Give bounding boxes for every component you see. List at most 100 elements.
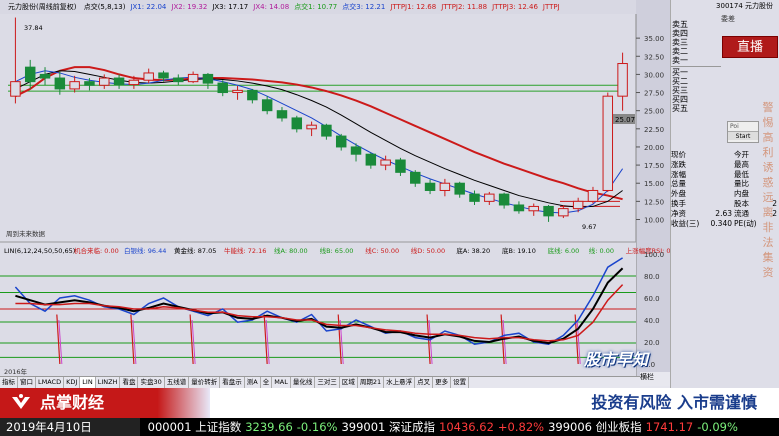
tab-2[interactable]: 窗口 xyxy=(18,377,36,388)
candle-body xyxy=(498,193,510,206)
candle-body xyxy=(232,89,243,94)
tab-13[interactable]: 全 xyxy=(261,377,273,388)
tab-10[interactable]: 量价转折 xyxy=(189,377,221,388)
candle-body xyxy=(602,95,614,191)
tab-22[interactable]: 设置 xyxy=(451,377,470,388)
start-button[interactable]: Start xyxy=(728,131,758,140)
stat-row: 涨幅 最低 xyxy=(670,170,779,180)
chart-note: 周到未来数据 xyxy=(6,229,46,238)
indicator-header: 元力股份(周线前复权) 点交(5,8,13) JX1: 22.04 JX2: 19.… xyxy=(0,0,636,14)
candle-body xyxy=(187,73,199,83)
stat-row: 涨跌 最高 xyxy=(670,160,779,170)
watermark-logo: 股市早知 xyxy=(584,350,649,369)
indicator-values: 点交(5,8,13) JX1: 22.04 JX2: 19.32 JX3: 17.17… xyxy=(84,0,565,14)
ticker-item: 10436.62 xyxy=(439,420,494,434)
tab-12[interactable]: 测A xyxy=(245,377,261,388)
candle-body xyxy=(365,153,377,166)
tab-20[interactable]: 点叉 xyxy=(415,377,434,388)
candle-body xyxy=(291,117,303,130)
candle-body xyxy=(113,77,125,86)
candle-body xyxy=(350,146,362,155)
candle-body xyxy=(217,82,228,94)
candlestick-chart[interactable]: 35.00 32.50 30.00 27.50 25.00 22.50 20.00 17.50… xyxy=(0,14,670,376)
sub-indicator-value: 线A: 80.00 xyxy=(274,246,308,255)
order-book-rows: 卖五 卖四 卖三 卖二 卖一 买一 买二 买三 买四 买五 xyxy=(671,20,721,113)
tab-17[interactable]: 区域 xyxy=(340,377,358,388)
tab-7[interactable]: 看盘 xyxy=(120,377,139,388)
candle-body xyxy=(543,205,554,217)
candle-body xyxy=(587,189,599,202)
price-tick-label: 27.50 xyxy=(644,90,664,98)
tab-18[interactable]: 周期21 xyxy=(358,377,385,388)
candle-body xyxy=(528,205,539,212)
sub-indicator-title: LIN(6,12,24,50,50,65) xyxy=(4,247,75,255)
price-tick-label: 10.00 xyxy=(644,216,664,224)
tab-5[interactable]: LIN xyxy=(80,377,96,388)
indicator-tab-bar: 指标 窗口 LMACD KDJ LIN LINZH 看盘 实盘30 五线谱 量价转折 看盘示 测A 全 M… xyxy=(0,376,670,388)
tab-19[interactable]: 水上悬浮 xyxy=(384,377,416,388)
tab-21[interactable]: 更多 xyxy=(433,377,452,388)
start-popup[interactable]: Poi Start xyxy=(727,121,759,143)
indicator-value: JX4: 14.08 xyxy=(253,3,290,11)
sub-indicator-value: 线B: 65.00 xyxy=(320,246,354,255)
warning-char: 集 xyxy=(762,251,774,264)
candle-body xyxy=(247,89,258,101)
brand-name: 点掌财经 xyxy=(40,393,105,412)
candle-body xyxy=(410,171,421,184)
indicator-value: JX2: 19.32 xyxy=(171,3,208,11)
sub-tick-label: 100.0 xyxy=(644,251,664,259)
candle-body xyxy=(484,193,495,202)
candle-body xyxy=(276,110,288,119)
quote-stats: 现价 今开 涨跌 最高 涨幅 最低 总量 量比 外盘 内盘 换手 股本 2 净资 2.63 流通 2 收益(三) 0… xyxy=(670,150,779,228)
candle-body xyxy=(54,77,66,90)
live-button[interactable]: 直播 xyxy=(722,36,778,58)
stat-value: 0.340 xyxy=(710,218,732,228)
tab-1[interactable]: 指标 xyxy=(0,377,18,388)
stat-row: 净资 2.63 流通 2 xyxy=(670,209,779,219)
sub-indicator-value: 线C: 50.00 xyxy=(365,246,399,255)
warning-char: 法 xyxy=(762,236,774,249)
sell-row-label: 卖四 xyxy=(672,29,688,38)
trading-app: 元力股份(周线前复权) 点交(5,8,13) JX1: 22.04 JX2: 19.… xyxy=(0,0,779,388)
stat-label: 涨幅 xyxy=(671,169,686,179)
candle-body xyxy=(10,81,21,97)
warning-char: 高 xyxy=(762,131,774,144)
stat-label: 外盘 xyxy=(671,189,686,199)
tab-9[interactable]: 五线谱 xyxy=(165,377,190,388)
candle-body xyxy=(424,182,436,191)
candle-body xyxy=(558,208,569,217)
tab-16[interactable]: 三对三 xyxy=(315,377,340,388)
chart-area[interactable]: 35.00 32.50 30.00 27.50 25.00 22.50 20.00 17.50… xyxy=(0,14,670,376)
stat-row: 收益(三) 0.340 PE(动) xyxy=(670,219,779,229)
tab-11[interactable]: 看盘示 xyxy=(220,377,245,388)
indicator-value: JX1: 22.04 xyxy=(130,3,167,11)
price-tick-label: 17.50 xyxy=(644,162,664,170)
stat-label: 换手 xyxy=(671,198,686,208)
candle-body xyxy=(321,124,332,137)
warning-char: 惕 xyxy=(762,116,774,129)
candle-body xyxy=(306,124,317,130)
brand-area: 点掌财经 xyxy=(0,388,210,418)
price-tick-label: 20.00 xyxy=(644,144,664,152)
candle-body xyxy=(69,81,80,90)
tab-6[interactable]: LINZH xyxy=(96,377,121,388)
stat-label: 股本 xyxy=(734,198,749,208)
sub-indicator-value: 黄金线: 87.05 xyxy=(174,246,216,255)
low-price-label: 9.67 xyxy=(582,223,596,231)
indicator-value: JTTPJ3: 12.46 xyxy=(492,3,538,11)
broadcast-footer: 点掌财经 投资有风险 入市需谨慎 xyxy=(0,388,779,418)
popup-text: Poi xyxy=(730,123,739,130)
tab-15[interactable]: 量化线 xyxy=(291,377,316,388)
tab-8[interactable]: 实盘30 xyxy=(138,377,165,388)
tab-3[interactable]: LMACD xyxy=(36,377,65,388)
index-ticker: 2019年4月10日 000001 上证指数 3239.66 -0.16% 39900… xyxy=(0,418,779,436)
scroll-control[interactable]: 横栏 xyxy=(640,372,670,386)
candle-body xyxy=(617,63,628,97)
buy-row-label: 买三 xyxy=(672,86,688,95)
ticker-item: -0.16% xyxy=(296,420,338,434)
stat-label: 量比 xyxy=(734,179,749,189)
tab-4[interactable]: KDJ xyxy=(64,377,81,388)
warning-char: 警 xyxy=(762,101,774,114)
tab-14[interactable]: MAL xyxy=(272,377,291,388)
stat-label: 最高 xyxy=(734,159,749,169)
